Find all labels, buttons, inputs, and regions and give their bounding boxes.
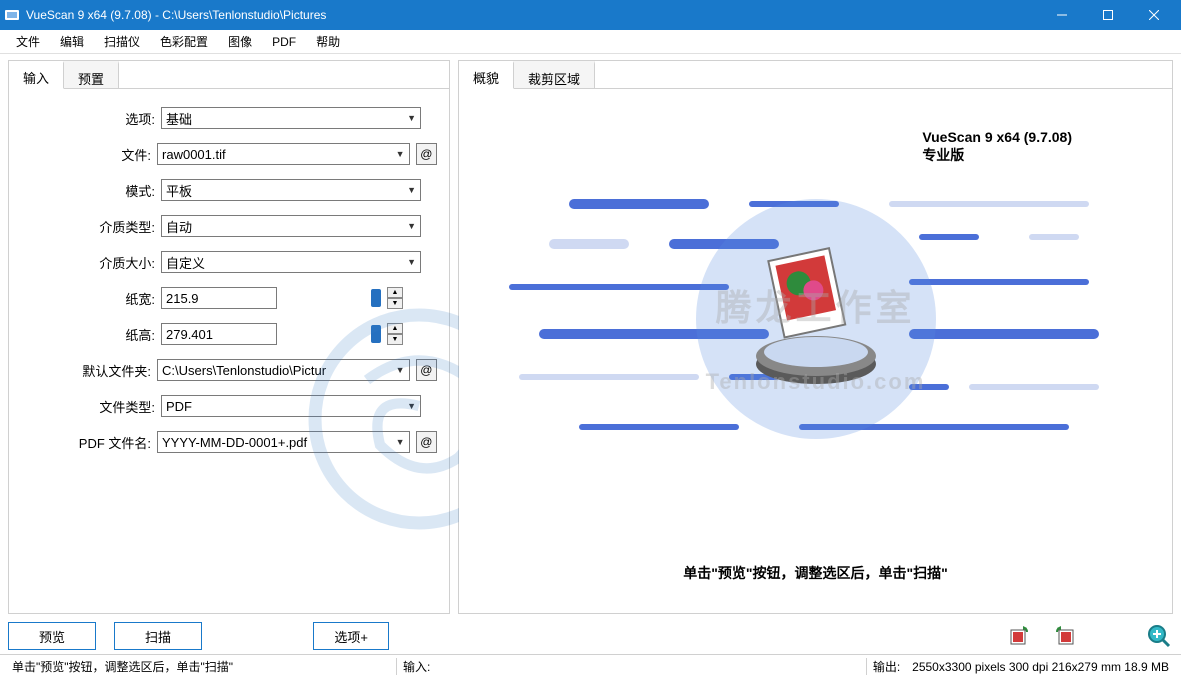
select-media-type[interactable]: 自动 ▼ xyxy=(161,215,421,237)
select-options-value: 基础 xyxy=(166,109,192,128)
spinner-paper-width[interactable]: ▲▼ xyxy=(387,287,403,309)
input-paper-height-value: 279.401 xyxy=(166,327,213,342)
select-media-size[interactable]: 自定义 ▼ xyxy=(161,251,421,273)
close-button[interactable] xyxy=(1131,0,1177,30)
input-paper-width[interactable]: 215.9 xyxy=(161,287,277,309)
chevron-down-icon: ▼ xyxy=(396,437,405,447)
menu-image[interactable]: 图像 xyxy=(218,30,262,53)
slider-paper-width[interactable] xyxy=(281,289,381,307)
preview-graphic: 腾龙工作室 Tenlonstudio.com xyxy=(509,199,1122,439)
rotate-right-button[interactable] xyxy=(1051,622,1079,650)
spinner-down-icon: ▼ xyxy=(387,298,403,309)
slider-thumb-icon xyxy=(371,325,381,343)
label-pdf-filename: PDF 文件名: xyxy=(21,433,157,452)
scanner-icon xyxy=(746,244,886,394)
window-title: VueScan 9 x64 (9.7.08) - C:\Users\Tenlon… xyxy=(26,8,1039,22)
select-file-type[interactable]: PDF ▼ xyxy=(161,395,421,417)
tab-crop[interactable]: 裁剪区域 xyxy=(514,61,595,88)
slider-thumb-icon xyxy=(371,289,381,307)
zoom-in-button[interactable] xyxy=(1145,622,1173,650)
left-panel: 输入 预置 选项: 基础 ▼ 文件: raw0001.tif ▼ @ 模式: xyxy=(8,60,450,614)
select-options[interactable]: 基础 ▼ xyxy=(161,107,421,129)
menu-edit[interactable]: 编辑 xyxy=(50,30,94,53)
select-pdf-filename[interactable]: YYYY-MM-DD-0001+.pdf ▼ xyxy=(157,431,410,453)
statusbar: 单击"预览"按钮，调整选区后，单击"扫描" 输入: 输出: 2550x3300 … xyxy=(0,654,1181,678)
menu-help[interactable]: 帮助 xyxy=(306,30,350,53)
preview-hint: 单击"预览"按钮，调整选区后，单击"扫描" xyxy=(459,563,1172,583)
label-file: 文件: xyxy=(21,145,157,164)
spinner-up-icon: ▲ xyxy=(387,287,403,298)
label-options: 选项: xyxy=(21,109,161,128)
maximize-button[interactable] xyxy=(1085,0,1131,30)
titlebar: VueScan 9 x64 (9.7.08) - C:\Users\Tenlon… xyxy=(0,0,1181,30)
tab-overview[interactable]: 概貌 xyxy=(459,61,514,89)
select-default-folder-value: C:\Users\Tenlonstudio\Pictur xyxy=(162,363,326,378)
menu-pdf[interactable]: PDF xyxy=(262,32,306,52)
menu-scanner[interactable]: 扫描仪 xyxy=(94,30,150,53)
main-area: 输入 预置 选项: 基础 ▼ 文件: raw0001.tif ▼ @ 模式: xyxy=(0,54,1181,618)
spinner-down-icon: ▼ xyxy=(387,334,403,345)
label-paper-width: 纸宽: xyxy=(21,289,161,308)
tab-input[interactable]: 输入 xyxy=(9,61,64,89)
chevron-down-icon: ▼ xyxy=(407,113,416,123)
file-at-button[interactable]: @ xyxy=(416,143,437,165)
status-left: 单击"预览"按钮，调整选区后，单击"扫描" xyxy=(6,658,396,675)
select-mode[interactable]: 平板 ▼ xyxy=(161,179,421,201)
select-file-type-value: PDF xyxy=(166,399,192,414)
left-tabs: 输入 预置 xyxy=(9,61,449,89)
app-icon xyxy=(4,7,20,23)
pdf-at-button[interactable]: @ xyxy=(416,431,437,453)
select-file-value: raw0001.tif xyxy=(162,147,226,162)
label-mode: 模式: xyxy=(21,181,161,200)
preview-area: VueScan 9 x64 (9.7.08) 专业版 xyxy=(459,89,1172,613)
select-default-folder[interactable]: C:\Users\Tenlonstudio\Pictur ▼ xyxy=(157,359,410,381)
chevron-down-icon: ▼ xyxy=(407,221,416,231)
label-paper-height: 纸高: xyxy=(21,325,161,344)
label-file-type: 文件类型: xyxy=(21,397,161,416)
spinner-paper-height[interactable]: ▲▼ xyxy=(387,323,403,345)
chevron-down-icon: ▼ xyxy=(396,149,405,159)
input-form: 选项: 基础 ▼ 文件: raw0001.tif ▼ @ 模式: 平板 ▼ xyxy=(9,89,449,613)
minimize-button[interactable] xyxy=(1039,0,1085,30)
select-media-size-value: 自定义 xyxy=(166,253,205,272)
chevron-down-icon: ▼ xyxy=(407,185,416,195)
preview-title-line1: VueScan 9 x64 (9.7.08) xyxy=(922,129,1072,145)
input-paper-width-value: 215.9 xyxy=(166,291,199,306)
status-output-label: 输出: xyxy=(866,658,906,675)
menubar: 文件 编辑 扫描仪 色彩配置 图像 PDF 帮助 xyxy=(0,30,1181,54)
slider-paper-height[interactable] xyxy=(281,325,381,343)
spinner-up-icon: ▲ xyxy=(387,323,403,334)
options-plus-button[interactable]: 选项+ xyxy=(313,622,389,650)
right-tabs: 概貌 裁剪区域 xyxy=(459,61,1172,89)
folder-at-button[interactable]: @ xyxy=(416,359,437,381)
preview-button[interactable]: 预览 xyxy=(8,622,96,650)
preview-title-line2: 专业版 xyxy=(922,145,1072,165)
chevron-down-icon: ▼ xyxy=(396,365,405,375)
menu-color[interactable]: 色彩配置 xyxy=(150,30,218,53)
select-media-type-value: 自动 xyxy=(166,217,192,236)
chevron-down-icon: ▼ xyxy=(407,257,416,267)
menu-file[interactable]: 文件 xyxy=(6,30,50,53)
right-panel: 概貌 裁剪区域 VueScan 9 x64 (9.7.08) 专业版 xyxy=(458,60,1173,614)
label-media-size: 介质大小: xyxy=(21,253,161,272)
preview-title: VueScan 9 x64 (9.7.08) 专业版 xyxy=(922,129,1072,165)
status-input-label: 输入: xyxy=(396,658,436,675)
bottom-bar: 预览 扫描 选项+ xyxy=(0,618,1181,654)
rotate-left-button[interactable] xyxy=(1005,622,1033,650)
select-mode-value: 平板 xyxy=(166,181,192,200)
input-paper-height[interactable]: 279.401 xyxy=(161,323,277,345)
scan-button[interactable]: 扫描 xyxy=(114,622,202,650)
status-output-value: 2550x3300 pixels 300 dpi 216x279 mm 18.9… xyxy=(906,660,1175,674)
label-media-type: 介质类型: xyxy=(21,217,161,236)
chevron-down-icon: ▼ xyxy=(407,401,416,411)
tab-preset[interactable]: 预置 xyxy=(64,61,119,88)
select-file[interactable]: raw0001.tif ▼ xyxy=(157,143,410,165)
label-default-folder: 默认文件夹: xyxy=(21,361,157,380)
select-pdf-filename-value: YYYY-MM-DD-0001+.pdf xyxy=(162,435,307,450)
